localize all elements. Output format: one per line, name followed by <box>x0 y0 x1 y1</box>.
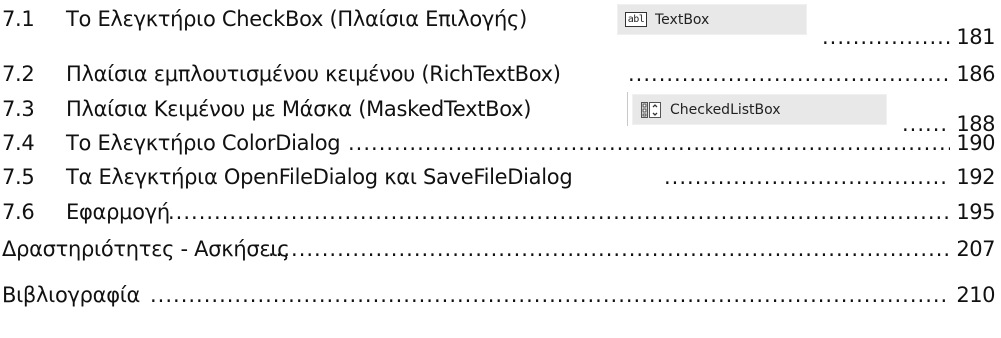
section-number: 7.2 <box>2 62 35 86</box>
dot-leader: ........................................… <box>168 200 950 224</box>
dot-leader: ........................................… <box>268 237 950 261</box>
section-title: Το Ελεγκτήριο ColorDialog <box>66 131 341 155</box>
section-title: Εφαρμογή <box>66 200 170 224</box>
table-of-contents: 7.1 Το Ελεγκτήριο CheckBox (Πλαίσια Επιλ… <box>0 0 1001 338</box>
toc-entry-bibliography[interactable]: Βιβλιογραφία ...........................… <box>0 278 1001 312</box>
dot-leader: ........................................… <box>150 283 950 307</box>
section-number: 7.6 <box>2 200 35 224</box>
section-number: 7.4 <box>2 131 35 155</box>
section-number: 7.5 <box>2 165 35 189</box>
page-number: 181 <box>956 25 995 49</box>
page-number: 210 <box>956 283 995 307</box>
toc-entry-activities[interactable]: Δραστηριότητες - Ασκήσεις ..............… <box>0 232 1001 266</box>
dot-leader: ........................................… <box>348 131 950 155</box>
page-number: 186 <box>956 62 995 86</box>
section-title: Πλαίσια εμπλουτισμένου κειμένου (RichTex… <box>66 62 561 86</box>
page-number: 192 <box>956 165 995 189</box>
page-number: 195 <box>956 200 995 224</box>
toc-entry-7-2[interactable]: 7.2 Πλαίσια εμπλουτισμένου κειμένου (Ric… <box>0 57 1001 91</box>
dot-leader: ........................................… <box>664 165 950 189</box>
page-number: 190 <box>956 131 995 155</box>
page-number: 207 <box>956 237 995 261</box>
toc-entry-7-5[interactable]: 7.5 Τα Ελεγκτήρια OpenFileDialog και Sav… <box>0 160 1001 194</box>
dot-leader: ........................................… <box>628 62 950 86</box>
section-title: Δραστηριότητες - Ασκήσεις <box>2 237 290 261</box>
section-title: Τα Ελεγκτήρια OpenFileDialog και SaveFil… <box>66 165 573 189</box>
section-title: Βιβλιογραφία <box>2 283 141 307</box>
toc-entry-7-1-page-line: ........................................… <box>0 20 1001 54</box>
toc-entry-7-4[interactable]: 7.4 Το Ελεγκτήριο ColorDialog ..........… <box>0 126 1001 160</box>
dot-leader: ........................................… <box>822 25 950 49</box>
toc-entry-7-6[interactable]: 7.6 Εφαρμογή ...........................… <box>0 195 1001 229</box>
